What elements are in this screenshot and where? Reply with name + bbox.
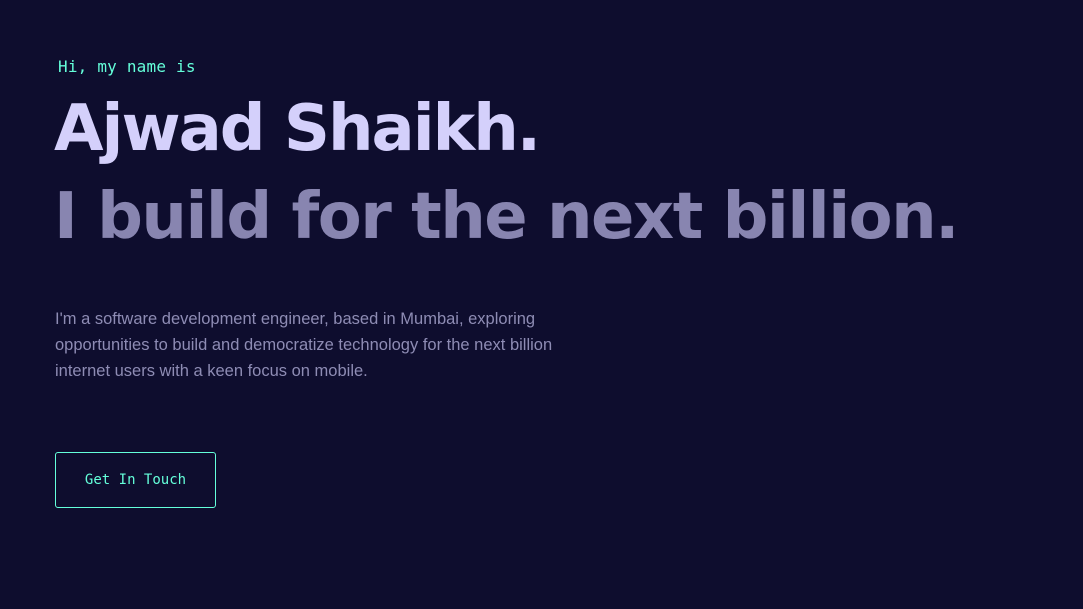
hero-section: Hi, my name is Ajwad Shaikh. I build for… [0, 0, 1083, 609]
greeting-text: Hi, my name is [58, 57, 196, 76]
bio-paragraph: I'm a software development engineer, bas… [55, 310, 553, 380]
name-heading: Ajwad Shaikh. [54, 92, 541, 166]
tagline-heading: I build for the next billion. [54, 180, 959, 254]
get-in-touch-button[interactable]: Get In Touch [55, 452, 216, 508]
